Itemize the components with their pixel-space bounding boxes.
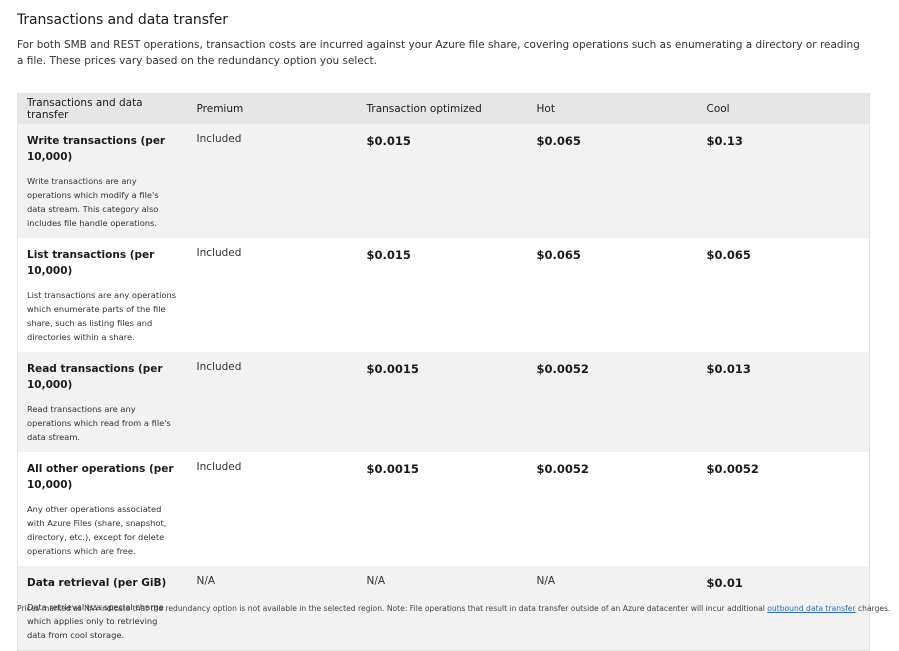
table-row: List transactions (per 10,000) List tran… xyxy=(17,238,870,352)
header-category: Transactions and data transfer xyxy=(17,93,188,124)
row-title: Read transactions (per 10,000) xyxy=(27,363,163,391)
transaction-optimized-cell: $0.0015 xyxy=(366,462,419,476)
premium-cell: Included xyxy=(196,461,242,473)
row-description: Any other operations associated with Azu… xyxy=(27,504,167,556)
header-transaction-optimized: Transaction optimized xyxy=(357,93,528,124)
hot-cell: $0.0052 xyxy=(536,362,589,376)
hot-cell: $0.0052 xyxy=(536,462,589,476)
section-description: For both SMB and REST operations, transa… xyxy=(17,39,860,67)
hot-cell: $0.065 xyxy=(536,248,581,262)
premium-cell: Included xyxy=(196,247,242,259)
cool-cell: $0.13 xyxy=(706,134,743,148)
pricing-table: Transactions and data transfer Premium T… xyxy=(17,93,870,651)
row-label: Read transactions (per 10,000) Read tran… xyxy=(18,352,188,452)
pricing-section: Transactions and data transfer For both … xyxy=(0,0,899,651)
row-label: Write transactions (per 10,000) Write tr… xyxy=(18,124,188,238)
premium-cell: Included xyxy=(196,361,242,373)
footnote: Prices marked as N/A indicate that the r… xyxy=(17,603,890,614)
row-title: Write transactions (per 10,000) xyxy=(27,135,166,163)
transaction-optimized-cell: $0.0015 xyxy=(366,362,419,376)
header-hot: Hot xyxy=(527,93,698,124)
row-description: Write transactions are any operations wh… xyxy=(27,176,159,228)
cool-cell: $0.065 xyxy=(706,248,751,262)
table-row: Read transactions (per 10,000) Read tran… xyxy=(17,352,870,452)
row-title: List transactions (per 10,000) xyxy=(27,249,155,277)
transaction-optimized-cell: $0.015 xyxy=(366,134,411,148)
row-description: Read transactions are any operations whi… xyxy=(27,404,171,442)
table-row: All other operations (per 10,000) Any ot… xyxy=(17,452,870,566)
header-premium: Premium xyxy=(187,93,358,124)
footnote-text: Prices marked as N/A indicate that the r… xyxy=(17,604,768,613)
transaction-optimized-cell: $0.015 xyxy=(366,248,411,262)
row-title: All other operations (per 10,000) xyxy=(27,463,174,491)
table-header-row: Transactions and data transfer Premium T… xyxy=(17,93,870,124)
footnote-text-end: charges. xyxy=(855,604,891,613)
row-description: List transactions are any operations whi… xyxy=(27,290,177,342)
cool-cell: $0.013 xyxy=(706,362,751,376)
section-title: Transactions and data transfer xyxy=(17,12,228,28)
premium-cell: Included xyxy=(196,133,242,145)
hot-cell: $0.065 xyxy=(536,134,581,148)
outbound-data-transfer-link[interactable]: outbound data transfer xyxy=(767,604,855,613)
row-title: Data retrieval (per GiB) xyxy=(27,577,167,589)
table-row: Write transactions (per 10,000) Write tr… xyxy=(17,124,870,238)
header-cool: Cool xyxy=(697,93,870,124)
cool-cell: $0.0052 xyxy=(706,462,759,476)
row-label: List transactions (per 10,000) List tran… xyxy=(18,238,188,352)
row-label: All other operations (per 10,000) Any ot… xyxy=(18,452,188,566)
